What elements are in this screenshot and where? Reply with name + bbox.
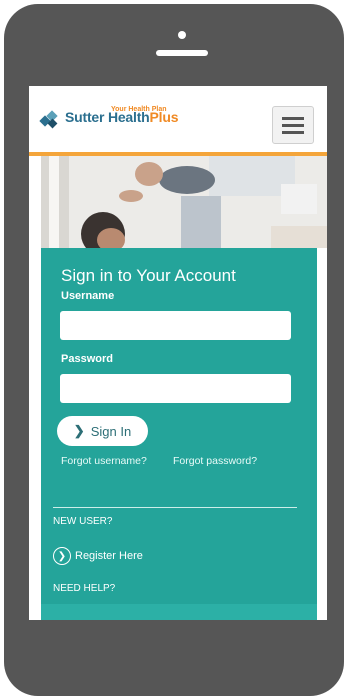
password-input[interactable]	[60, 374, 291, 403]
need-help-heading: NEED HELP?	[53, 583, 116, 594]
help-section-strip	[41, 604, 317, 620]
speaker-bar	[156, 50, 208, 56]
register-link[interactable]: ❯ Register Here	[53, 547, 143, 565]
username-label: Username	[61, 290, 115, 302]
chevron-right-icon: ❯	[73, 423, 85, 438]
sign-in-label: Sign In	[90, 423, 132, 439]
forgot-username-link[interactable]: Forgot username?	[61, 455, 147, 467]
phone-screen: Sutter HealthPlus Your Health Plan Sign …	[29, 86, 327, 620]
register-label: Register Here	[75, 550, 143, 562]
password-label: Password	[61, 353, 113, 365]
forgot-password-link[interactable]: Forgot password?	[173, 455, 257, 467]
circle-chevron-icon: ❯	[53, 547, 71, 565]
sign-in-button[interactable]: ❯ Sign In	[57, 416, 148, 446]
username-input[interactable]	[60, 311, 291, 340]
sutter-logo-icon	[39, 109, 61, 131]
hero-photo	[41, 156, 327, 248]
signin-panel: Sign in to Your Account Username Passwor…	[41, 248, 317, 620]
new-user-heading: NEW USER?	[53, 516, 113, 527]
section-divider	[53, 507, 297, 508]
site-header: Sutter HealthPlus Your Health Plan	[29, 86, 327, 156]
camera-dot	[178, 31, 186, 39]
signin-title: Sign in to Your Account	[61, 266, 236, 285]
hamburger-menu-icon[interactable]	[272, 106, 314, 144]
brand-tagline: Your Health Plan	[111, 106, 167, 113]
